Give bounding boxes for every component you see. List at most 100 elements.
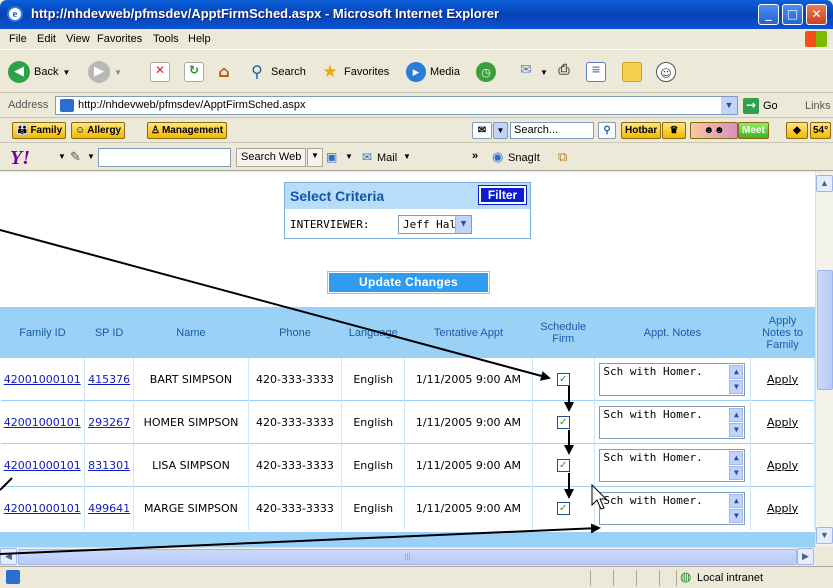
apply-link[interactable]: Apply	[767, 459, 798, 472]
horizontal-scrollbar[interactable]: ◀ ||| ▶	[0, 547, 815, 565]
snagit-button[interactable]: SnagIt	[508, 152, 540, 164]
address-input[interactable]: http://nhdevweb/pfmsdev/ApptFirmSched.as…	[55, 96, 738, 115]
interviewer-select[interactable]: Jeff Hall ▼	[398, 215, 472, 234]
scroll-up-icon[interactable]: ▲	[816, 175, 833, 192]
edit-button[interactable]: ≡	[586, 60, 606, 84]
print-button[interactable]: ⎙	[554, 60, 574, 84]
apply-link[interactable]: Apply	[767, 416, 798, 429]
weather-button[interactable]: 54°	[810, 122, 832, 139]
apply-link[interactable]: Apply	[767, 502, 798, 515]
chevron-down-icon[interactable]: ▼	[307, 148, 323, 167]
sp-id-link[interactable]: 499641	[88, 502, 130, 515]
chevron-down-icon[interactable]: ▼	[58, 152, 66, 161]
chevron-down-icon[interactable]: ▼	[345, 152, 353, 161]
messenger-button[interactable]: ☺	[656, 60, 676, 84]
scroll-down-icon[interactable]: ▼	[816, 527, 833, 544]
search-web-button[interactable]: Search Web	[236, 148, 307, 167]
appt-notes-textarea[interactable]: Sch with Homer. ▲ ▼	[599, 362, 746, 396]
allergy-link-button[interactable]: ☺ Allergy	[71, 122, 126, 139]
hotbar-button[interactable]: Hotbar	[621, 122, 662, 139]
menu-help[interactable]: Help	[188, 33, 211, 45]
menu-edit[interactable]: Edit	[37, 33, 56, 45]
links-label[interactable]: Links	[805, 100, 831, 112]
horizontal-scroll-thumb[interactable]: |||	[18, 549, 797, 565]
search-button[interactable]: ⚲ Search	[247, 60, 306, 84]
toolbar-search-input[interactable]: Search...	[510, 122, 594, 139]
menu-file[interactable]: File	[9, 33, 27, 45]
refresh-button[interactable]: ↻	[184, 60, 204, 84]
mail-button[interactable]: ✉ ▼	[516, 60, 548, 84]
back-button[interactable]: ◀ Back ▼	[8, 60, 70, 84]
yahoo-search-input[interactable]	[98, 148, 231, 167]
avatars-icon[interactable]: ☻☻	[690, 122, 738, 139]
sp-id-link[interactable]: 831301	[88, 459, 130, 472]
diamond-icon[interactable]: ◆	[786, 122, 808, 139]
folder-button[interactable]	[622, 60, 642, 84]
scroll-left-icon[interactable]: ◀	[0, 548, 17, 565]
chevron-up-icon[interactable]: ▲	[729, 407, 744, 422]
update-changes-button[interactable]: Update Changes	[327, 271, 490, 294]
appt-notes-textarea[interactable]: Sch with Homer. ▲ ▼	[599, 491, 746, 525]
family-id-link[interactable]: 42001000101	[4, 416, 81, 429]
chevron-up-icon[interactable]: ▲	[729, 364, 744, 379]
family-id-link[interactable]: 42001000101	[4, 502, 81, 515]
yahoo-logo[interactable]: Y!	[10, 147, 30, 170]
search-icon[interactable]: ⚲	[598, 122, 616, 139]
vertical-scroll-thumb[interactable]	[817, 270, 833, 390]
status-divider	[659, 570, 660, 586]
minimize-button[interactable]: _	[758, 4, 779, 25]
yahoo-mail-button[interactable]: Mail	[377, 152, 397, 164]
filter-button[interactable]: Filter	[478, 185, 527, 205]
mail-icon[interactable]: ✉	[472, 122, 492, 139]
schedule-firm-checkbox[interactable]: ✓	[556, 502, 570, 516]
chevron-down-icon[interactable]: ▼	[729, 508, 744, 523]
name-cell: LISA SIMPSON	[133, 443, 249, 487]
chevron-down-icon[interactable]: ▼	[729, 422, 744, 437]
title-bar: e http://nhdevweb/pfmsdev/ApptFirmSched.…	[0, 0, 833, 29]
firm-cell: ✓	[532, 357, 595, 401]
menu-view[interactable]: View	[66, 33, 90, 45]
menu-tools[interactable]: Tools	[153, 33, 179, 45]
menu-favorites[interactable]: Favorites	[97, 33, 142, 45]
go-button[interactable]: → Go	[743, 98, 778, 114]
home-button[interactable]: ⌂	[214, 60, 234, 84]
meet-button[interactable]: Meet	[738, 122, 769, 139]
family-id-cell: 42001000101	[0, 400, 85, 444]
vertical-scrollbar[interactable]: ▲ ▼	[815, 172, 833, 547]
window-icon[interactable]: ▣	[326, 150, 337, 164]
stop-icon: ✕	[150, 62, 170, 82]
management-link-button[interactable]: ♙ Management	[147, 122, 228, 139]
sp-id-link[interactable]: 415376	[88, 373, 130, 386]
schedule-firm-checkbox[interactable]: ✓	[556, 459, 570, 472]
capture-icon[interactable]: ⧉	[558, 149, 567, 165]
media-button[interactable]: ▸ Media	[406, 60, 460, 84]
family-id-link[interactable]: 42001000101	[4, 373, 81, 386]
appt-notes-textarea[interactable]: Sch with Homer. ▲ ▼	[599, 405, 746, 439]
schedule-firm-checkbox[interactable]: ✓	[556, 416, 570, 429]
family-link-button[interactable]: 👪 Family	[12, 122, 67, 139]
stop-button[interactable]: ✕	[150, 60, 170, 84]
crown-icon[interactable]: ♛	[662, 122, 686, 139]
scroll-right-icon[interactable]: ▶	[797, 548, 814, 565]
schedule-firm-checkbox[interactable]: ✓	[556, 373, 570, 386]
chevron-up-icon[interactable]: ▲	[729, 493, 744, 508]
maximize-button[interactable]: □	[782, 4, 803, 25]
apply-link[interactable]: Apply	[767, 373, 798, 386]
favorites-button[interactable]: ★ Favorites	[320, 60, 389, 84]
family-id-link[interactable]: 42001000101	[4, 459, 81, 472]
chevron-down-icon[interactable]: ▼	[87, 152, 95, 161]
forward-button[interactable]: ▶ ▼	[88, 60, 122, 84]
chevron-down-icon[interactable]: ▼	[721, 97, 737, 114]
chevron-down-icon[interactable]: ▼	[729, 379, 744, 394]
page-icon	[6, 570, 20, 584]
chevron-up-icon[interactable]: ▲	[729, 450, 744, 465]
sp-id-link[interactable]: 293267	[88, 416, 130, 429]
appt-notes-textarea[interactable]: Sch with Homer. ▲ ▼	[599, 448, 746, 482]
close-button[interactable]: ✕	[806, 4, 827, 25]
more-chevron[interactable]: »	[472, 150, 478, 162]
chevron-down-icon[interactable]: ▼	[403, 152, 411, 161]
chevron-down-icon[interactable]: ▼	[493, 122, 508, 139]
chevron-down-icon[interactable]: ▼	[729, 465, 744, 480]
pencil-icon[interactable]: ✎	[70, 149, 81, 165]
history-button[interactable]: ◷	[476, 60, 496, 84]
